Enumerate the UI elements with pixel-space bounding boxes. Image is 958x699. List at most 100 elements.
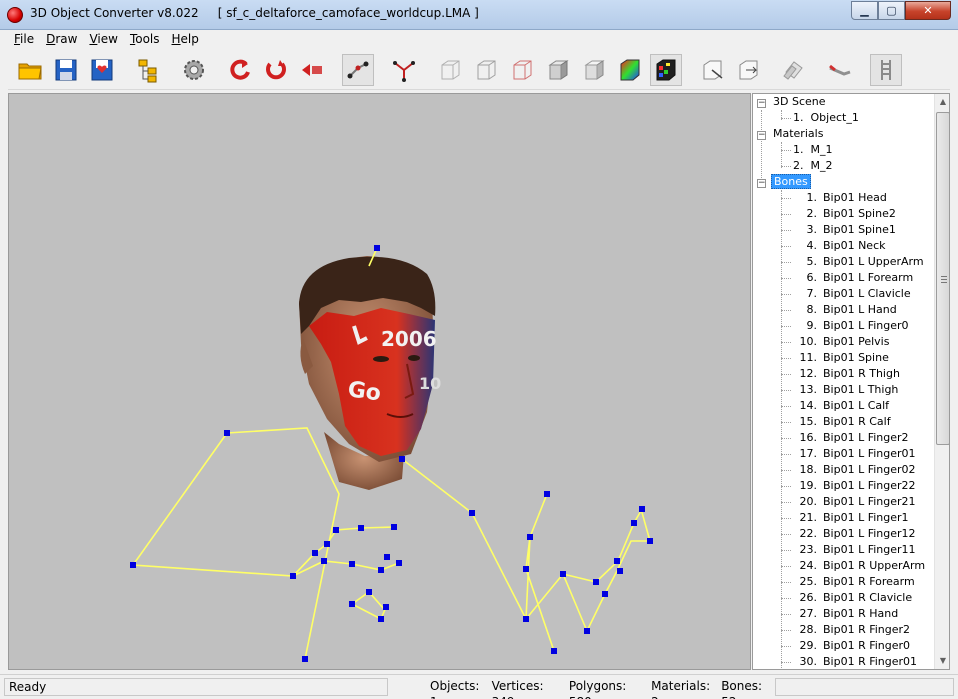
wire-cube-icon[interactable] <box>434 54 466 86</box>
ladder-icon[interactable] <box>870 54 902 86</box>
joint[interactable] <box>324 541 330 547</box>
wire-cube-2-icon[interactable] <box>470 54 502 86</box>
joint[interactable] <box>593 579 599 585</box>
tree-node-bone[interactable]: 21. Bip01 L Finger1 <box>793 510 909 526</box>
tree-node-bone[interactable]: 4. Bip01 Neck <box>793 238 886 254</box>
settings-gear-icon[interactable] <box>178 54 210 86</box>
tree-node-bone[interactable]: 19. Bip01 L Finger22 <box>793 478 916 494</box>
bones-points-icon[interactable] <box>388 54 420 86</box>
open-folder-icon[interactable] <box>14 54 46 86</box>
maximize-button[interactable]: ▢ <box>878 1 905 20</box>
menu-file[interactable]: File <box>8 30 40 50</box>
tree-node-bone[interactable]: 5. Bip01 L UpperArm <box>793 254 924 270</box>
tree-node-materials[interactable]: Materials <box>773 126 823 142</box>
tree-node-bone[interactable]: 23. Bip01 L Finger11 <box>793 542 916 558</box>
tree-node-bone[interactable]: 15. Bip01 R Calf <box>793 414 891 430</box>
flip-icon[interactable] <box>296 54 328 86</box>
joint[interactable] <box>617 568 623 574</box>
tree-node-bone[interactable]: 29. Bip01 R Finger0 <box>793 638 911 654</box>
menu-tools[interactable]: Tools <box>124 30 166 50</box>
joint[interactable] <box>527 534 533 540</box>
expander-scene[interactable]: − <box>757 99 766 108</box>
expander-bones[interactable]: − <box>757 179 766 188</box>
solid-cube-icon[interactable] <box>542 54 574 86</box>
3d-viewport[interactable]: 2006 Go 10 <box>8 93 751 670</box>
tree-node-bone[interactable]: 18. Bip01 L Finger02 <box>793 462 916 478</box>
joint[interactable] <box>551 648 557 654</box>
tree-node-bone[interactable]: 2. Bip01 Spine2 <box>793 206 896 222</box>
tree-node-bone[interactable]: 1. Bip01 Head <box>793 190 887 206</box>
tree-node-bone[interactable]: 27. Bip01 R Hand <box>793 606 899 622</box>
paper-pages-icon[interactable] <box>778 54 810 86</box>
tree-node-bone[interactable]: 8. Bip01 L Hand <box>793 302 897 318</box>
joint[interactable] <box>349 561 355 567</box>
joint[interactable] <box>469 510 475 516</box>
joint[interactable] <box>224 430 230 436</box>
joint[interactable] <box>358 525 364 531</box>
tree-node-bone[interactable]: 17. Bip01 L Finger01 <box>793 446 916 462</box>
bones-icon[interactable] <box>342 54 374 86</box>
tree-node-object-1[interactable]: 1. Object_1 <box>793 110 859 126</box>
joint[interactable] <box>383 604 389 610</box>
joint[interactable] <box>560 571 566 577</box>
wire-cube-red-icon[interactable] <box>506 54 538 86</box>
menu-view[interactable]: View <box>83 30 123 50</box>
joint[interactable] <box>639 506 645 512</box>
joint[interactable] <box>544 491 550 497</box>
tree-node-bone[interactable]: 20. Bip01 L Finger21 <box>793 494 916 510</box>
joint[interactable] <box>614 558 620 564</box>
joint[interactable] <box>349 601 355 607</box>
tree-node-bone[interactable]: 9. Bip01 L Finger0 <box>793 318 909 334</box>
hierarchy-icon[interactable] <box>132 54 164 86</box>
tree-scrollbar[interactable]: ▲ ▼ <box>934 94 949 669</box>
joint[interactable] <box>391 524 397 530</box>
tree-node-bone[interactable]: 22. Bip01 L Finger12 <box>793 526 916 542</box>
tree-node-bones[interactable]: Bones <box>771 174 811 190</box>
tree-node-bone[interactable]: 12. Bip01 R Thigh <box>793 366 900 382</box>
joint[interactable] <box>523 566 529 572</box>
smooth-cube-icon[interactable] <box>578 54 610 86</box>
tree-node-bone[interactable]: 10. Bip01 Pelvis <box>793 334 890 350</box>
texture-cube-icon[interactable] <box>650 54 682 86</box>
tree-node-bone[interactable]: 30. Bip01 R Finger01 <box>793 654 918 669</box>
tree-node-material-m2[interactable]: 2. M_2 <box>793 158 833 174</box>
tree-node-bone[interactable]: 6. Bip01 L Forearm <box>793 270 914 286</box>
color-cube-icon[interactable] <box>614 54 646 86</box>
joint[interactable] <box>647 538 653 544</box>
scroll-thumb[interactable] <box>936 112 949 445</box>
close-button[interactable]: ✕ <box>905 1 951 20</box>
menu-help[interactable]: Help <box>166 30 205 50</box>
save-icon[interactable] <box>50 54 82 86</box>
tree-node-bone[interactable]: 11. Bip01 Spine <box>793 350 889 366</box>
tree-node-bone[interactable]: 16. Bip01 L Finger2 <box>793 430 909 446</box>
tree-node-bone[interactable]: 25. Bip01 R Forearm <box>793 574 915 590</box>
scroll-down-arrow-icon[interactable]: ▼ <box>935 653 949 669</box>
tree-node-bone[interactable]: 13. Bip01 L Thigh <box>793 382 899 398</box>
joint[interactable] <box>523 616 529 622</box>
menu-draw[interactable]: Draw <box>40 30 83 50</box>
joint[interactable] <box>374 245 380 251</box>
joint[interactable] <box>399 456 405 462</box>
joint[interactable] <box>378 616 384 622</box>
save-favorite-icon[interactable] <box>86 54 118 86</box>
tree-node-material-m1[interactable]: 1. M_1 <box>793 142 833 158</box>
rotate-right-icon[interactable] <box>260 54 292 86</box>
joint[interactable] <box>321 558 327 564</box>
expander-materials[interactable]: − <box>757 131 766 140</box>
brush-icon[interactable] <box>824 54 856 86</box>
tree-node-bone[interactable]: 28. Bip01 R Finger2 <box>793 622 911 638</box>
joint[interactable] <box>333 527 339 533</box>
joint[interactable] <box>631 520 637 526</box>
joint[interactable] <box>302 656 308 662</box>
joint[interactable] <box>378 567 384 573</box>
minimize-button[interactable]: ▁ <box>851 1 878 20</box>
joint[interactable] <box>312 550 318 556</box>
joint[interactable] <box>602 591 608 597</box>
tree-node-bone[interactable]: 26. Bip01 R Clavicle <box>793 590 913 606</box>
joint[interactable] <box>584 628 590 634</box>
rotate-left-icon[interactable] <box>224 54 256 86</box>
scroll-up-arrow-icon[interactable]: ▲ <box>935 94 949 110</box>
joint[interactable] <box>396 560 402 566</box>
tree-node-bone[interactable]: 14. Bip01 L Calf <box>793 398 890 414</box>
tree-node-bone[interactable]: 7. Bip01 L Clavicle <box>793 286 911 302</box>
